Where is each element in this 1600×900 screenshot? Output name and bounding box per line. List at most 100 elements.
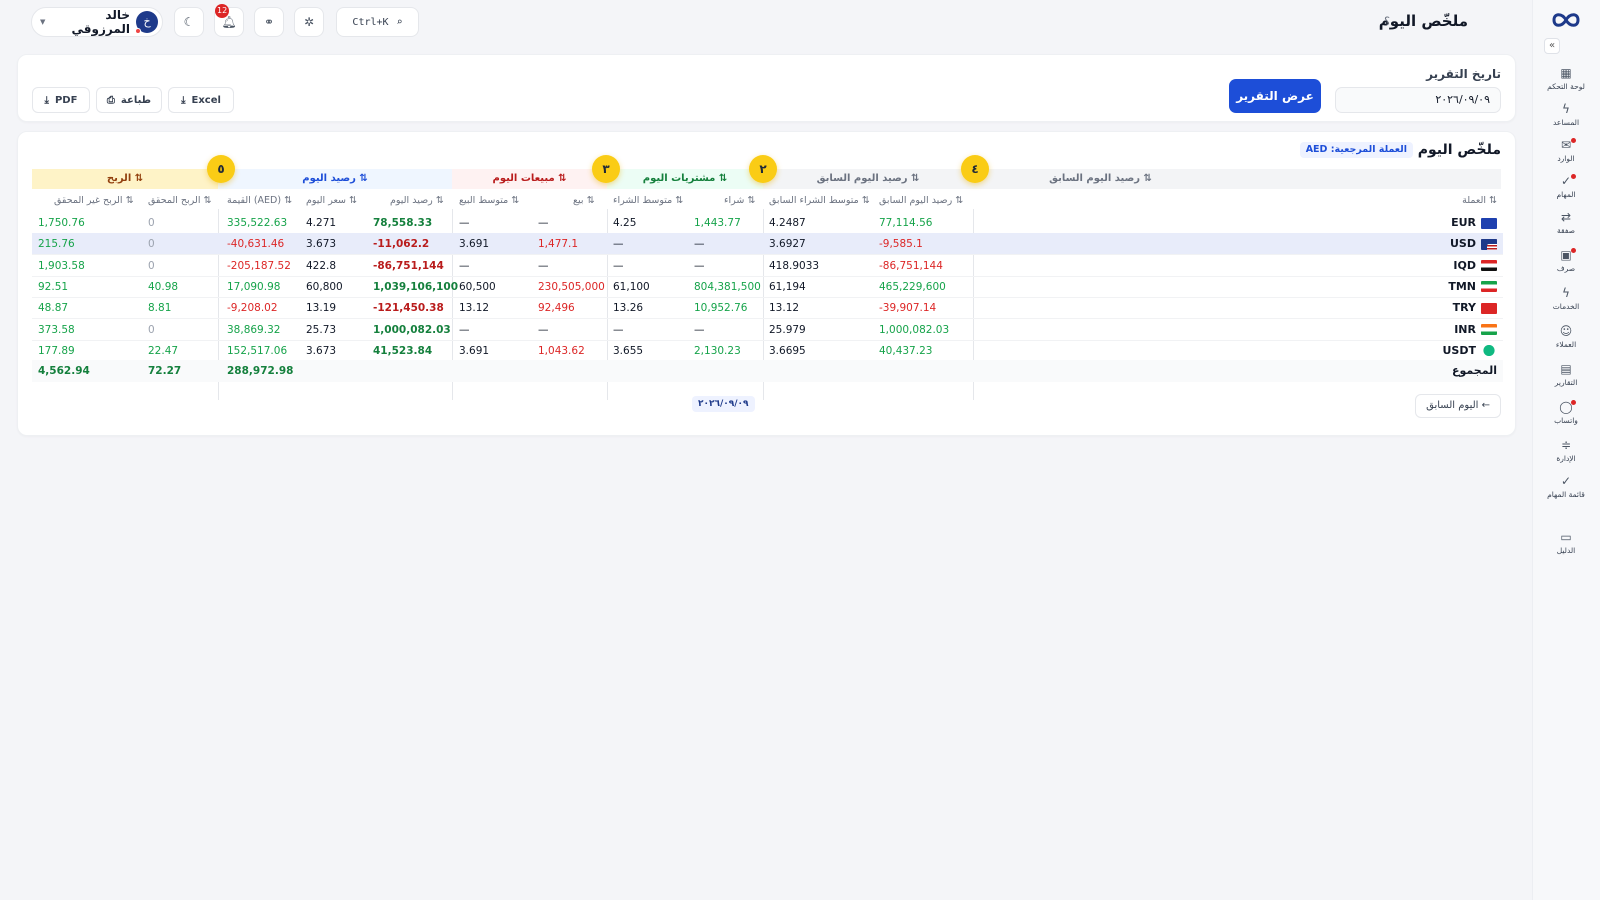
group-purchases[interactable]: مشتريات اليوم ⇅ [607,169,763,189]
sidebar-item[interactable]: ≑ الإدارة [1538,438,1594,472]
sidebar-item-label: المساعد [1552,118,1580,127]
sidebar-item[interactable]: ϟ الخدمات [1538,286,1594,320]
group-today-balance[interactable]: رصيد اليوم ⇅ [218,169,452,189]
step-marker: ٥ [207,155,235,183]
user-name: خالد المرزوقي [71,8,131,36]
notifications-button[interactable]: 🔔︎ 12 [214,4,244,37]
sidebar-item[interactable]: ✓ قائمة المهام [1538,474,1594,508]
cell-buy-avg: — [613,259,624,272]
cell-unrealized: 1,903.58 [38,259,85,272]
unread-dot [1571,400,1576,405]
help-icon[interactable]: ؟ [1384,15,1390,28]
step-marker: ٤ [961,155,989,183]
col-currency[interactable]: العملة ⇅ [1462,190,1497,212]
cell-buy-avg: 61,100 [613,280,650,293]
printer-icon: ⎙ [106,94,115,106]
sidebar-item[interactable]: ▤ التقارير [1538,362,1594,396]
cell-buy-avg: 13.26 [613,302,644,315]
search-button[interactable]: Ctrl+K ⌕ [336,7,419,37]
cell-buy: 804,381,500 [694,280,761,293]
col-unrealized-profit[interactable]: الربح غير المحقق ⇅ [54,190,134,212]
group-sales[interactable]: مبيعات اليوم ⇅ [452,169,607,189]
debug-button[interactable]: ✲ [294,7,324,37]
col-buy[interactable]: شراء ⇅ [724,190,755,212]
sidebar-item[interactable]: ◯ واتساب [1538,400,1594,434]
show-report-button[interactable]: عرض التقرير [1229,79,1321,113]
sidebar-item-label: لوحة التحكم [1547,82,1585,91]
sidebar-item-label: الدليل [1556,546,1576,555]
cell-unrealized: 48.87 [38,302,69,315]
total-unrealized: 4,562.94 [38,365,90,377]
previous-day-button[interactable]: ← اليوم السابق [1415,394,1501,418]
cell-prev-avg: 13.12 [769,302,800,315]
cell-buy: — [694,238,705,251]
col-sell[interactable]: بيع ⇅ [573,190,595,212]
group-prev-day[interactable]: رصيد اليوم السابق ⇅ [763,169,973,189]
cell-prev-avg: 418.9033 [769,259,820,272]
sidebar-item[interactable]: ✓ المهام [1538,174,1594,208]
cell-today-bal: 1,039,106,100 [373,280,459,293]
cell-sell: 1,477.1 [538,238,579,251]
table-row[interactable]: TRY -39,907.14 13.12 10,952.76 13.26 92,496 13… [32,297,1503,320]
sidebar-item[interactable]: ☺ العملاء [1538,324,1594,358]
col-prev-avg[interactable]: متوسط الشراء السابق ⇅ [769,190,870,212]
cell-buy: 1,443.77 [694,217,741,229]
flag-icon [1481,324,1497,335]
user-menu[interactable]: ▼ خالد المرزوقي خ [31,7,163,37]
export-excel-button[interactable]: ⤓ Excel [168,87,234,113]
cell-unrealized: 215.76 [38,238,75,251]
table-row[interactable]: TMN 465,229,600 61,194 804,381,500 61,100 230… [32,276,1503,298]
cell-unrealized: 1,750.76 [38,217,85,229]
cell-buy-avg: — [613,323,624,336]
col-today-balance[interactable]: رصيد اليوم ⇅ [390,190,444,212]
sidebar-item[interactable]: ▣ صرف [1538,248,1594,282]
currency-cell: TMN [1448,276,1497,298]
cell-unrealized: 373.58 [38,323,75,336]
table-row[interactable]: IQD -86,751,144 418.9033 — — — — -86,751,144 422… [32,255,1503,277]
currency-code: USDT [1442,343,1477,357]
cell-prev-avg: 4.2487 [769,217,806,229]
total-realized: 72.27 [148,365,182,377]
current-date-chip: ٢٠٢٦/٠٩/٠٩ [692,396,755,412]
page-title: ملخّص اليوم [1378,12,1468,30]
table-row[interactable]: USD -9,585.1 3.6927 — — 1,477.1 3.691 -11,062.2… [32,233,1503,256]
sidebar-item-label: واتساب [1554,416,1578,425]
sidebar-item-label: قائمة المهام [1547,490,1585,499]
cell-today-bal: 78,558.33 [373,217,433,229]
cell-unrealized: 177.89 [38,344,75,357]
cell-prev-avg: 3.6695 [769,344,806,357]
sidebar-item[interactable]: ⇄ صفقة [1538,210,1594,244]
cell-value: -205,187.52 [227,259,291,272]
cell-sell-avg: — [459,259,470,272]
summary-title: ملخّص اليوم [1417,142,1501,158]
col-today-rate[interactable]: سعر اليوم ⇅ [306,190,357,212]
cell-sell-avg: 3.691 [459,344,490,357]
report-date-input[interactable]: ٢٠٢٦/٠٩/٠٩ [1335,87,1501,113]
sidebar-item[interactable]: ▭ الدليل [1538,530,1594,564]
table-row[interactable]: USDT 40,437.23 3.6695 2,130.23 3.655 1,043.62… [32,340,1503,362]
col-prev-balance[interactable]: رصيد اليوم السابق ⇅ [879,190,963,212]
export-pdf-button[interactable]: ⤓ PDF [32,87,90,113]
col-sell-avg[interactable]: متوسط البيع ⇅ [459,190,519,212]
cell-today-rate: 13.19 [306,302,337,315]
total-value: 288,972.98 [227,365,294,377]
cell-sell: 1,043.62 [538,344,585,357]
sidebar-item[interactable]: ▦ لوحة التحكم [1538,66,1594,100]
cell-prev-avg: 25.979 [769,323,806,336]
col-realized-profit[interactable]: الربح المحقق ⇅ [148,190,211,212]
group-profit[interactable]: الربح ⇅ [32,169,218,189]
print-button[interactable]: ⎙ طباعة [96,87,162,113]
sidebar-item-label: الخدمات [1552,302,1580,311]
table-row[interactable]: INR 1,000,082.03 25.979 — — — — 1,000,082.03 25.… [32,319,1503,341]
link-button[interactable]: ⚭ [254,7,284,37]
cell-value: 335,522.63 [227,217,288,229]
col-buy-avg[interactable]: متوسط الشراء ⇅ [613,190,683,212]
sidebar-item-label: التقارير [1554,378,1578,387]
sidebar-item[interactable]: ✉ الوارد [1538,138,1594,172]
sidebar-item[interactable]: ϟ المساعد [1538,102,1594,136]
theme-toggle-button[interactable]: ☾ [174,7,204,37]
table-row[interactable]: EUR 77,114.56 4.2487 1,443.77 4.25 — — 78,558.3… [32,212,1503,234]
col-value-aed[interactable]: القيمة (AED) ⇅ [227,190,292,212]
collapse-sidebar-button[interactable]: « [1544,38,1560,54]
app-logo[interactable] [1550,10,1582,30]
